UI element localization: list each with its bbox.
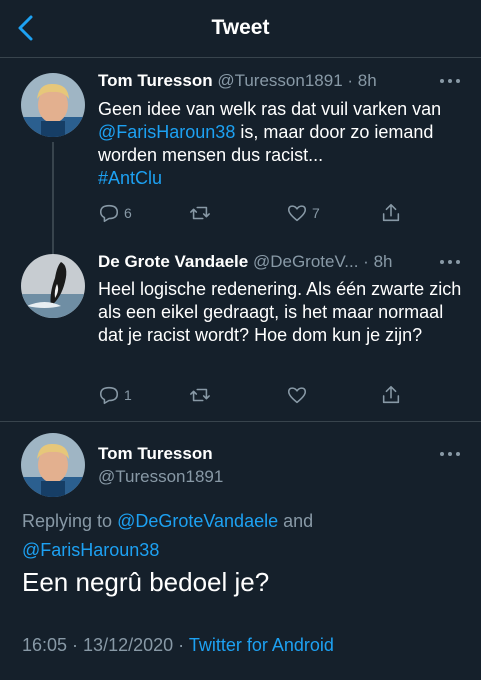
tweet-meta: 16:05 · 13/12/2020 · Twitter for Android [22, 635, 334, 656]
tweet-text: Heel logische redenering. Als één zwarte… [98, 279, 462, 345]
mention-link[interactable]: @FarisHaroun38 [22, 540, 159, 560]
replying-prefix: Replying to [22, 511, 118, 531]
top-bar: Tweet [0, 0, 481, 58]
share-icon [382, 203, 400, 222]
reply-icon [99, 386, 119, 405]
thread-connector [52, 142, 54, 254]
retweet-icon [190, 206, 210, 220]
avatar[interactable] [21, 433, 85, 497]
user-handle[interactable]: @Turesson1891 [217, 71, 342, 90]
more-icon[interactable] [440, 257, 460, 267]
separator-dot: · [363, 252, 369, 271]
tweet-time[interactable]: 8h [358, 71, 377, 90]
avatar-photo-icon [21, 73, 85, 137]
display-name[interactable]: Tom Turesson [98, 444, 213, 463]
share-button[interactable] [380, 384, 402, 406]
display-name[interactable]: De Grote Vandaele [98, 252, 248, 271]
avatar[interactable] [21, 73, 85, 137]
tweet-time[interactable]: 8h [374, 252, 393, 271]
tweet-time[interactable]: 16:05 [22, 635, 67, 655]
retweet-button[interactable] [189, 384, 215, 406]
replying-and: and [278, 511, 314, 531]
separator-dot: · [173, 635, 189, 655]
tweet-text-part: Geen idee van welk ras dat vuil varken v… [98, 99, 442, 119]
reply-count: 6 [124, 205, 132, 221]
share-icon [382, 385, 400, 404]
mention-link[interactable]: @DeGroteVandaele [117, 511, 278, 531]
user-handle[interactable]: @Turesson1891 [98, 467, 223, 486]
user-handle[interactable]: @DeGroteV... [253, 252, 358, 271]
mention-link[interactable]: @FarisHaroun38 [98, 122, 235, 142]
display-name[interactable]: Tom Turesson [98, 71, 213, 90]
tweet-date[interactable]: 13/12/2020 [83, 635, 173, 655]
more-icon[interactable] [440, 76, 460, 86]
reply-count: 1 [124, 387, 132, 403]
page-title: Tweet [211, 16, 270, 39]
replying-to: Replying to @DeGroteVandaele and @FarisH… [22, 507, 313, 565]
tweet-header: Tom Turesson @Turesson1891 · 8h [98, 71, 377, 91]
like-icon [287, 205, 307, 222]
avatar-photo-icon [21, 254, 85, 318]
more-icon[interactable] [440, 449, 460, 459]
share-button[interactable] [380, 202, 402, 224]
tweet-source-link[interactable]: Twitter for Android [189, 635, 334, 655]
focused-tweet-text: Een negrû bedoel je? [22, 567, 270, 597]
like-button[interactable]: 7 [286, 202, 320, 224]
tweet-header: De Grote Vandaele @DeGroteV... · 8h [98, 252, 392, 272]
separator-dot: · [67, 635, 84, 655]
reply-icon [99, 204, 119, 223]
tweet-text: Geen idee van welk ras dat vuil varken v… [98, 98, 473, 190]
like-count: 7 [312, 205, 320, 221]
reply-button[interactable]: 6 [98, 202, 132, 224]
reply-button[interactable]: 1 [98, 384, 132, 406]
retweet-button[interactable] [189, 202, 215, 224]
avatar[interactable] [21, 254, 85, 318]
avatar-photo-icon [21, 433, 85, 497]
divider [0, 421, 481, 422]
like-button[interactable] [286, 384, 312, 406]
hashtag-link[interactable]: #AntClu [98, 168, 162, 188]
separator-dot: · [347, 71, 354, 90]
retweet-icon [190, 388, 210, 402]
focused-handle-line: @Turesson1891 [98, 467, 223, 487]
focused-author: Tom Turesson [98, 444, 213, 464]
like-icon [287, 387, 307, 404]
